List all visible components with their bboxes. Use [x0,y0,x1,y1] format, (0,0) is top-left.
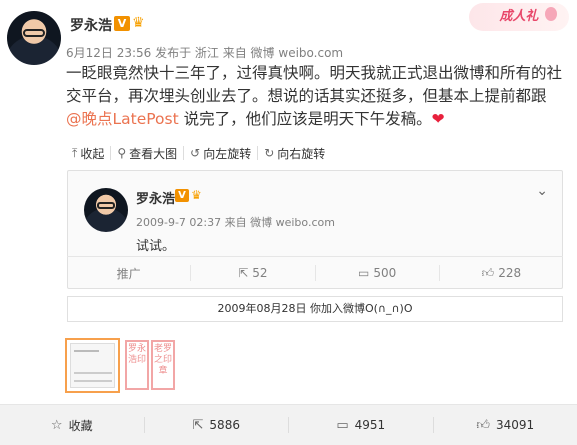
rotate-left-label: 向左旋转 [203,146,252,161]
thumbs-up-icon: 👍︎ [476,417,490,433]
promote-button[interactable]: 推广 [67,265,192,281]
favorite-button[interactable]: ☆ 收藏 [0,417,145,433]
fan-badge-icon: ♛ [191,188,202,202]
embedded-meta: 2009-9-7 02:37 来自 微博 weibo.com [136,216,335,229]
thumbnail-preview [70,343,115,388]
post-action-bar: ☆ 收藏 ⇱ 5886 ▭ 4951 👍︎ 34091 [0,404,577,445]
collapse-button[interactable]: ⤒ 收起 [66,145,112,161]
comment-count: 4951 [354,418,386,432]
repost-button[interactable]: ⇱ 5886 [145,417,289,433]
rotate-right-button[interactable]: ↻ 向右旋转 [258,146,331,161]
post-meta: 6月12日 23:56 发布于 浙江 来自 微博 weibo.com [66,46,344,60]
repost-icon: ⇱ [192,417,204,433]
rotate-left-icon: ↺ [190,146,201,160]
comment-icon: ▭ [358,266,370,280]
like-count: 34091 [495,418,535,432]
embedded-text: 试试。 [136,239,176,254]
image-toolbar: ⤒ 收起 ⚲ 查看大图 ↺ 向左旋转 ↻ 向右旋转 [66,145,331,161]
like-button[interactable]: 👍︎ 228 [440,265,563,281]
post-text: 一眨眼竟然快十三年了，过得真快啊。明天我就正式退出微博和所有的社交平台，再次埋头… [66,62,566,131]
collapse-label: 收起 [80,146,105,161]
balloon-icon [545,7,557,21]
favorite-label: 收藏 [68,418,93,433]
corner-badge-label: 成人礼 [499,9,539,24]
avatar-glasses [23,29,45,37]
join-date-bar: 2009年08月28日 你加入微博O(∩_∩)O [67,296,563,322]
rotate-left-button[interactable]: ↺ 向左旋转 [184,146,259,161]
promote-label: 推广 [116,266,141,281]
embedded-actions: 推广 ⇱ 52 ▭ 500 👍︎ 228 [67,256,563,289]
verified-icon: V [114,16,130,31]
embedded-author-name[interactable]: 罗永浩 [136,188,175,207]
comment-icon: ▭ [336,417,349,433]
repost-count: 52 [252,266,268,280]
mention-link[interactable]: @晚点LatePost [66,110,179,128]
author-name[interactable]: 罗永浩 [70,15,112,35]
heart-icon: ❤ [431,110,445,128]
avatar-glasses [97,202,115,209]
like-button[interactable]: 👍︎ 34091 [434,417,577,433]
comment-count: 500 [373,266,397,280]
post-text-part2: 说完了，他们应该是明天下午发稿。 [178,110,432,128]
post-text-part1: 一眨眼竟然快十三年了，过得真快啊。明天我就正式退出微博和所有的社交平台，再次埋头… [66,64,563,105]
chevron-down-icon[interactable]: ⌄ [536,183,548,199]
corner-badge: 成人礼 [469,3,569,31]
repost-button[interactable]: ⇱ 52 [191,265,316,281]
fan-badge-icon: ♛ [132,15,145,31]
verified-icon: V [175,189,189,202]
collapse-icon: ⤒ [72,145,78,160]
comment-button[interactable]: ▭ 4951 [289,417,434,433]
view-large-button[interactable]: ⚲ 查看大图 [111,146,185,161]
rotate-right-label: 向右旋转 [277,146,326,161]
repost-icon: ⇱ [238,266,249,280]
search-icon: ⚲ [117,146,127,160]
image-thumbnail-selected[interactable] [65,338,120,393]
seal-stamp-right: 老罗之印章 [151,340,175,390]
star-icon: ☆ [50,417,63,433]
embedded-avatar[interactable] [84,188,128,232]
author-avatar[interactable] [7,11,61,65]
like-count: 228 [498,266,522,280]
image-thumbnail-seal[interactable]: 罗永浩印 老罗之印章 [123,338,178,393]
thumbs-up-icon: 👍︎ [481,265,495,280]
comment-button[interactable]: ▭ 500 [316,265,440,281]
seal-stamp-left: 罗永浩印 [125,340,149,390]
repost-count: 5886 [209,418,240,432]
view-large-label: 查看大图 [129,146,178,161]
rotate-right-icon: ↻ [264,146,275,160]
